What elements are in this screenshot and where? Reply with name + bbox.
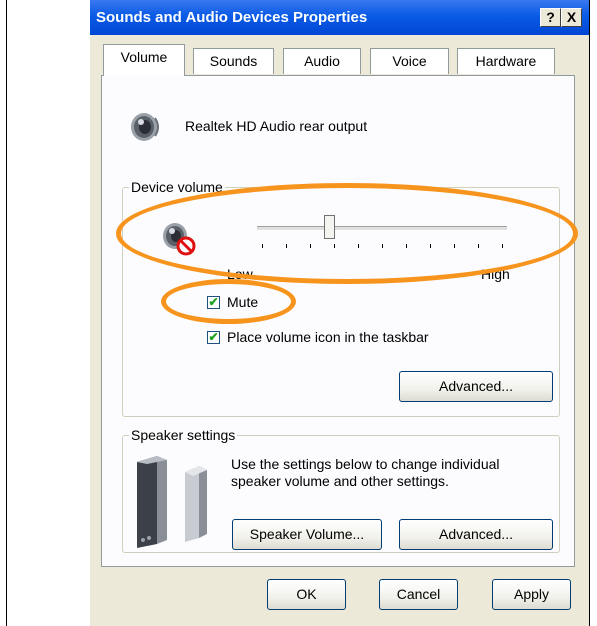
properties-window: Sounds and Audio Devices Properties ? X … xyxy=(90,0,589,626)
slider-thumb[interactable] xyxy=(324,215,335,239)
slider-tick xyxy=(454,244,455,248)
tab-volume[interactable]: Volume xyxy=(103,44,185,77)
speaker-settings-description: Use the settings below to change individ… xyxy=(231,456,500,489)
speaker-icon xyxy=(128,108,164,147)
slider-track xyxy=(257,226,507,231)
tab-hardware[interactable]: Hardware xyxy=(457,48,555,74)
speaker-settings-label: Speaker settings xyxy=(129,427,238,443)
volume-slider[interactable] xyxy=(257,212,507,252)
low-label: Low xyxy=(227,266,253,282)
slider-tick xyxy=(262,244,263,248)
device-advanced-button[interactable]: Advanced... xyxy=(399,371,553,402)
cancel-button[interactable]: Cancel xyxy=(379,579,458,610)
slider-tick xyxy=(430,244,431,248)
device-volume-label: Device volume xyxy=(129,179,225,195)
slider-tick xyxy=(334,244,335,248)
frame-border-right xyxy=(589,0,590,626)
help-button[interactable]: ? xyxy=(540,8,561,27)
slider-tick xyxy=(502,244,503,248)
slider-tick xyxy=(358,244,359,248)
window-title: Sounds and Audio Devices Properties xyxy=(96,9,368,26)
slider-tick xyxy=(406,244,407,248)
device-volume-group: Device volume Low High ✔ Mute ✔ Place vo… xyxy=(122,179,560,417)
slider-tick xyxy=(478,244,479,248)
tab-sounds[interactable]: Sounds xyxy=(193,48,274,74)
slider-tick xyxy=(310,244,311,248)
apply-button[interactable]: Apply xyxy=(492,579,571,610)
device-name: Realtek HD Audio rear output xyxy=(185,118,368,134)
taskbar-icon-label: Place volume icon in the taskbar xyxy=(227,329,429,345)
speaker-advanced-button[interactable]: Advanced... xyxy=(399,519,553,550)
tab-voice[interactable]: Voice xyxy=(370,48,449,74)
high-label: High xyxy=(481,266,510,282)
speaker-settings-group: Speaker settings Use the settings below … xyxy=(122,427,560,553)
taskbar-icon-checkbox[interactable]: ✔ xyxy=(207,331,220,344)
ok-button[interactable]: OK xyxy=(267,579,346,610)
slider-tick xyxy=(286,244,287,248)
mute-label: Mute xyxy=(227,294,259,310)
close-button[interactable]: X xyxy=(561,8,582,27)
volume-tab-panel: Realtek HD Audio rear output Device volu… xyxy=(101,75,575,567)
tab-audio[interactable]: Audio xyxy=(283,48,361,74)
slider-tick xyxy=(382,244,383,248)
speakers-icon xyxy=(131,452,221,553)
title-bar[interactable]: Sounds and Audio Devices Properties ? X xyxy=(90,0,589,35)
speaker-volume-button[interactable]: Speaker Volume... xyxy=(232,519,382,550)
mute-checkbox[interactable]: ✔ xyxy=(207,296,220,309)
muted-speaker-icon xyxy=(161,220,197,259)
frame-border-left xyxy=(6,0,7,626)
